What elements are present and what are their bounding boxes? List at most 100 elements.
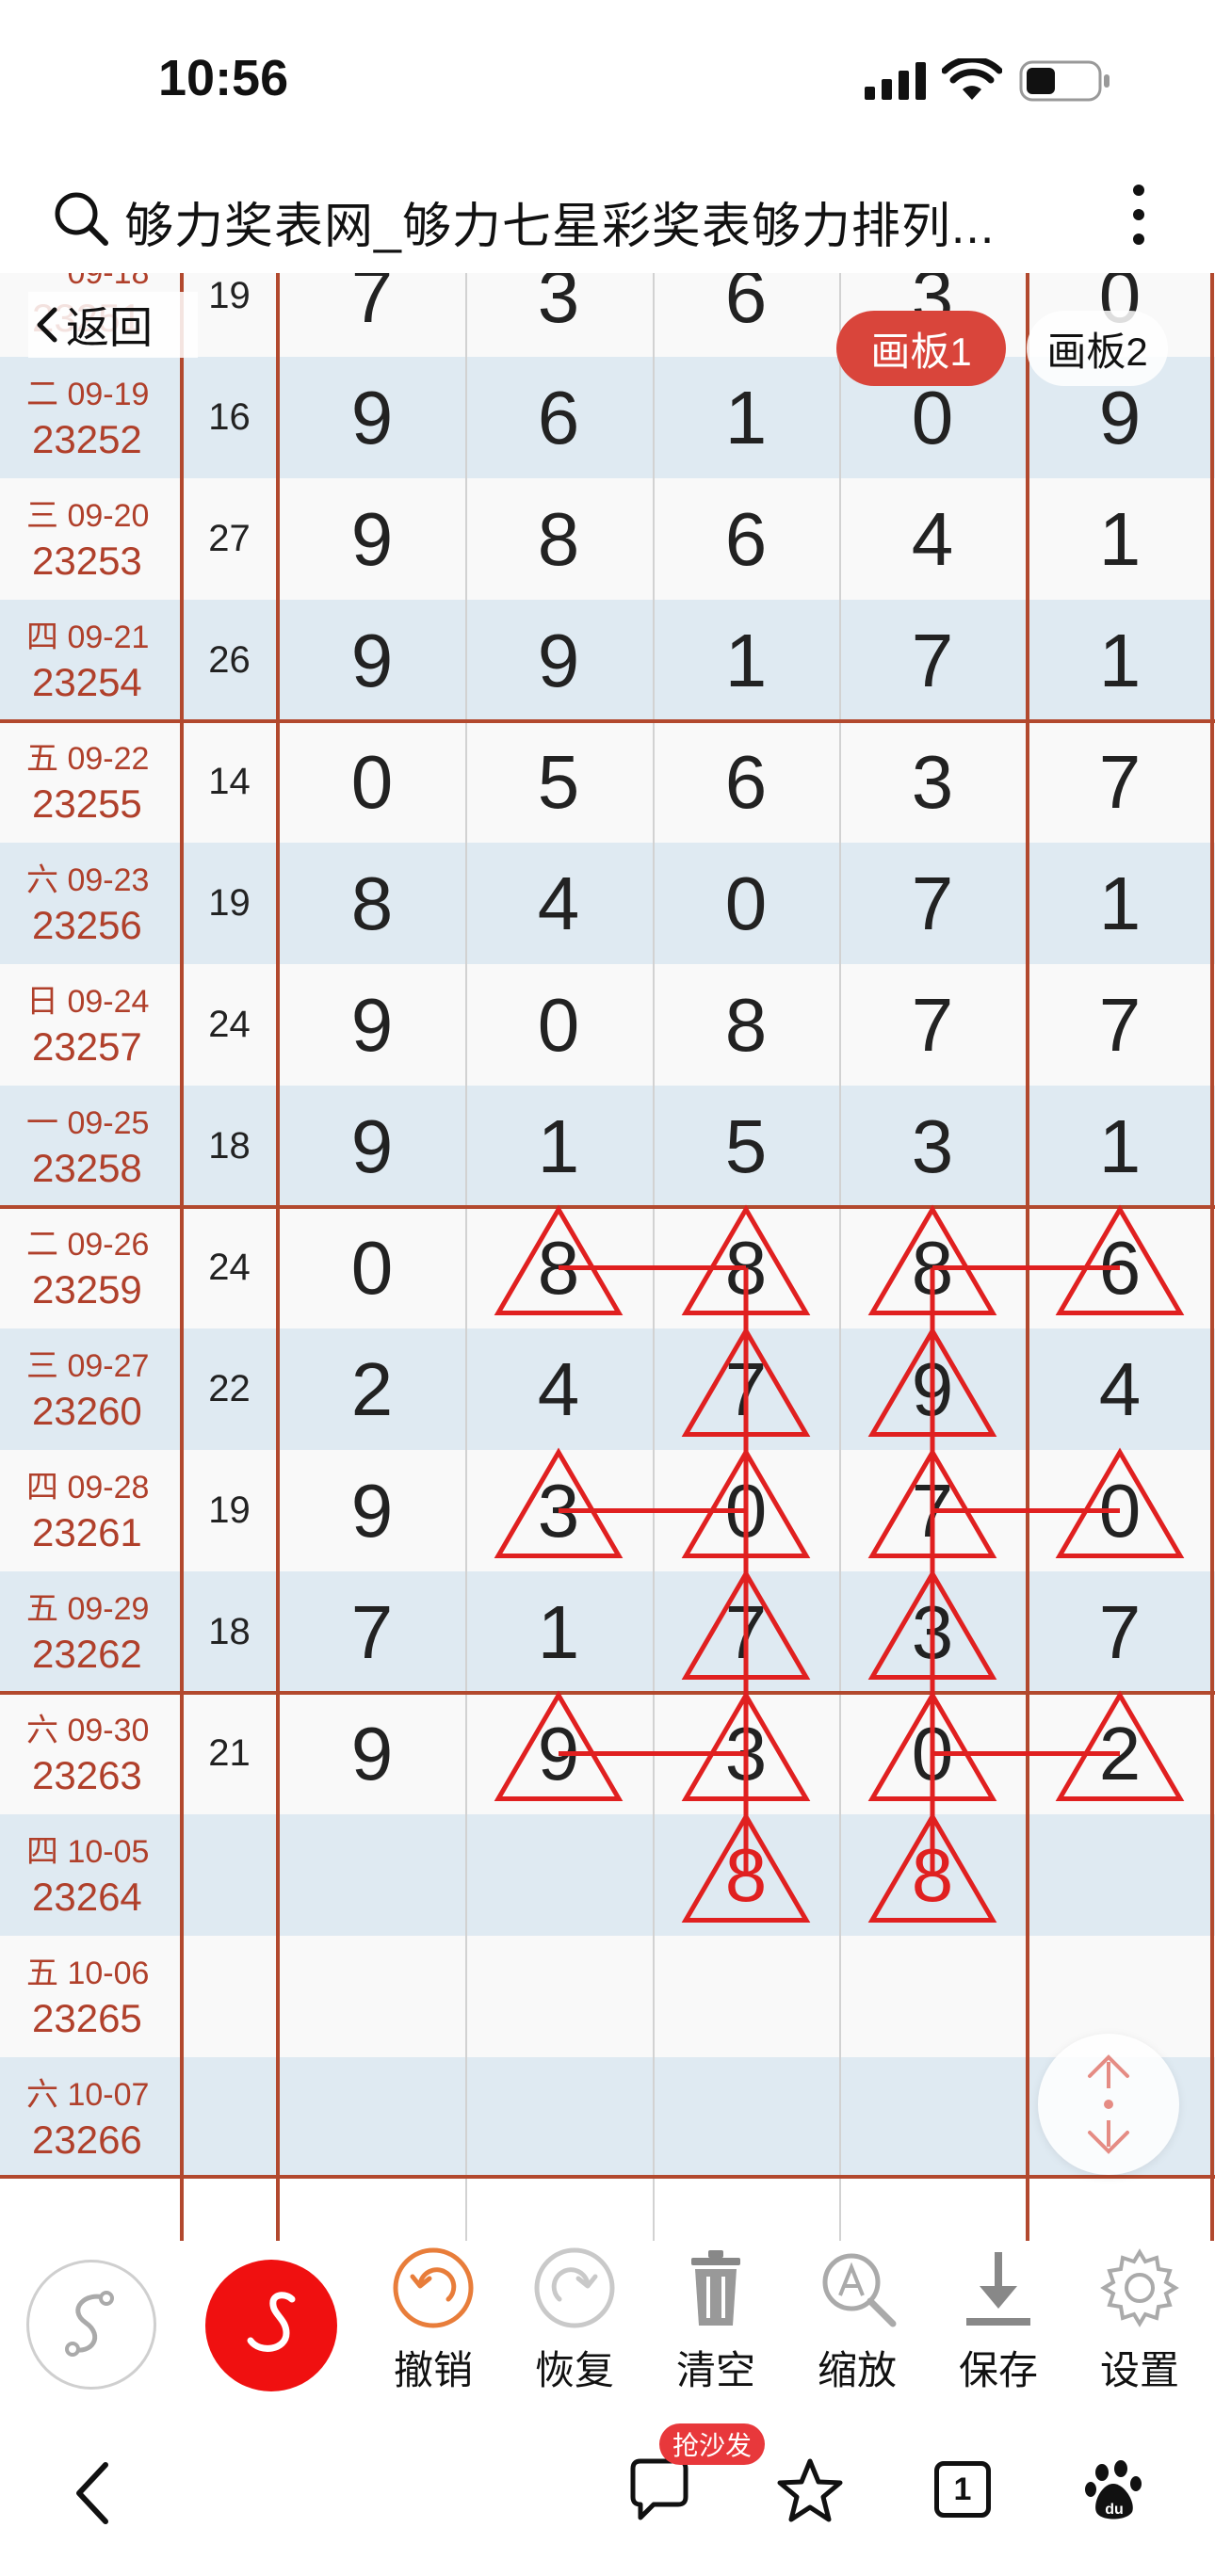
digit-cell[interactable]: 0	[653, 843, 839, 964]
digit-cell[interactable]: 3	[465, 273, 652, 357]
digit-cell[interactable]: 0	[1027, 1450, 1213, 1571]
digit-cell[interactable]: 7	[839, 964, 1026, 1086]
tab-count: 1	[953, 2471, 972, 2507]
digit-cell[interactable]: 7	[279, 1571, 465, 1693]
column-divider	[839, 273, 841, 2241]
digit-cell[interactable]: 9	[279, 1086, 465, 1207]
curve-mode-button[interactable]	[26, 2260, 156, 2390]
comment-icon[interactable]	[625, 2455, 693, 2523]
digit-cell[interactable]: 6	[653, 721, 839, 843]
week-separator	[0, 1691, 1215, 1695]
baidu-paw-icon[interactable]: du	[1081, 2455, 1149, 2523]
digit-cell[interactable]: 2	[279, 1328, 465, 1450]
digit-cell[interactable]: 0	[839, 1693, 1026, 1814]
back-icon[interactable]	[66, 2455, 122, 2531]
digit-cell[interactable]: 1	[1027, 1086, 1213, 1207]
digit-cell[interactable]: 1	[465, 1571, 652, 1693]
tabs-button[interactable]: 1	[934, 2461, 991, 2518]
digit-cell[interactable]: 9	[279, 1693, 465, 1814]
digit-cell[interactable]: 1	[1027, 843, 1213, 964]
digit-cell[interactable]: 6	[653, 478, 839, 600]
freehand-mode-button[interactable]	[205, 2260, 337, 2391]
digit-cell[interactable]: 9	[279, 478, 465, 600]
redo-button[interactable]: 恢复	[527, 2243, 622, 2403]
digit-cell[interactable]: 0	[465, 964, 652, 1086]
draw-date: 六 09-30	[26, 1713, 150, 1748]
digit-cell[interactable]: 9	[465, 600, 652, 721]
digit-cell[interactable]: 7	[1027, 721, 1213, 843]
save-button[interactable]: 保存	[951, 2243, 1045, 2403]
digit-cell[interactable]: 8	[839, 1207, 1026, 1328]
digit-cell[interactable]: 2	[1027, 1693, 1213, 1814]
digit-cell[interactable]	[653, 2057, 839, 2179]
digit-cell[interactable]	[465, 1936, 652, 2057]
digit-cell[interactable]: 3	[839, 1086, 1026, 1207]
address-bar[interactable]: 够力奖表网_够力七星彩奖表够力排列...	[0, 160, 1215, 273]
settings-button[interactable]: 设置	[1093, 2243, 1187, 2403]
digit-cell[interactable]	[839, 1936, 1026, 2057]
digit-cell[interactable]: 7	[839, 1450, 1026, 1571]
star-icon[interactable]	[774, 2455, 846, 2527]
zoom-button[interactable]: 缩放	[810, 2243, 904, 2403]
digit-cell[interactable]: 3	[465, 1450, 652, 1571]
digit-cell[interactable]: 9	[839, 1328, 1026, 1450]
digit-cell[interactable]: 4	[839, 478, 1026, 600]
digit-cell[interactable]: 7	[839, 600, 1026, 721]
digit-cell[interactable]: 8	[279, 843, 465, 964]
more-options-icon[interactable]	[1126, 181, 1151, 249]
undo-button[interactable]: 撤销	[386, 2243, 480, 2403]
digit-cell[interactable]: 9	[279, 357, 465, 478]
clear-button[interactable]: 清空	[669, 2243, 763, 2403]
date-cell: 四 09-28 23261	[0, 1450, 181, 1571]
digit-cell[interactable]: 7	[839, 843, 1026, 964]
digit-cell[interactable]: 3	[653, 1693, 839, 1814]
digit-cell[interactable]: 0	[653, 1450, 839, 1571]
board1-tab[interactable]: 画板1	[836, 311, 1006, 386]
digit-cell[interactable]: 0	[279, 1207, 465, 1328]
issue-number: 23264	[32, 1875, 142, 1919]
digit-cell[interactable]: 6	[1027, 1207, 1213, 1328]
digit-cell[interactable]: 7	[279, 273, 465, 357]
digit-cell[interactable]	[279, 1814, 465, 1936]
digit-cell[interactable]: 9	[279, 1450, 465, 1571]
draw-date: 日 09-24	[26, 984, 150, 1020]
digit-cell[interactable]	[465, 1814, 652, 1936]
back-button[interactable]: 返回	[28, 292, 198, 358]
digit-cell[interactable]: 1	[653, 600, 839, 721]
digit-cell[interactable]	[1027, 1814, 1213, 1936]
digit-cell[interactable]: 5	[465, 721, 652, 843]
digit-cell[interactable]: 1	[1027, 478, 1213, 600]
scroll-toggle-button[interactable]	[1038, 2034, 1179, 2175]
digit-cell[interactable]: 3	[839, 1571, 1026, 1693]
digit-cell[interactable]: 1	[465, 1086, 652, 1207]
digit-cell[interactable]: 6	[653, 273, 839, 357]
digit-cell[interactable]: 7	[653, 1571, 839, 1693]
digit-cell[interactable]: 8	[653, 964, 839, 1086]
board2-tab[interactable]: 画板2	[1027, 311, 1168, 386]
digit-cell[interactable]: 9	[279, 600, 465, 721]
digit-cell[interactable]: 8	[839, 1814, 1026, 1936]
digit-cell[interactable]: 8	[653, 1207, 839, 1328]
digit-cell[interactable]: 8	[465, 1207, 652, 1328]
digit-cell[interactable]	[839, 2057, 1026, 2179]
digit-cell[interactable]: 4	[465, 1328, 652, 1450]
digit-cell[interactable]: 1	[653, 357, 839, 478]
digit-cell[interactable]: 8	[653, 1814, 839, 1936]
digit-cell[interactable]: 9	[465, 1693, 652, 1814]
digit-cell[interactable]: 8	[465, 478, 652, 600]
digit-cell[interactable]	[653, 1936, 839, 2057]
digit-cell[interactable]: 1	[1027, 600, 1213, 721]
digit-cell[interactable]: 7	[653, 1328, 839, 1450]
digit-cell[interactable]: 0	[279, 721, 465, 843]
digit-cell[interactable]: 4	[1027, 1328, 1213, 1450]
digit-cell[interactable]: 6	[465, 357, 652, 478]
digit-cell[interactable]: 7	[1027, 1571, 1213, 1693]
digit-cell[interactable]	[465, 2057, 652, 2179]
digit-cell[interactable]: 9	[279, 964, 465, 1086]
digit-cell[interactable]	[279, 1936, 465, 2057]
digit-cell[interactable]: 3	[839, 721, 1026, 843]
digit-cell[interactable]: 7	[1027, 964, 1213, 1086]
digit-cell[interactable]	[279, 2057, 465, 2179]
digit-cell[interactable]: 4	[465, 843, 652, 964]
digit-cell[interactable]: 5	[653, 1086, 839, 1207]
